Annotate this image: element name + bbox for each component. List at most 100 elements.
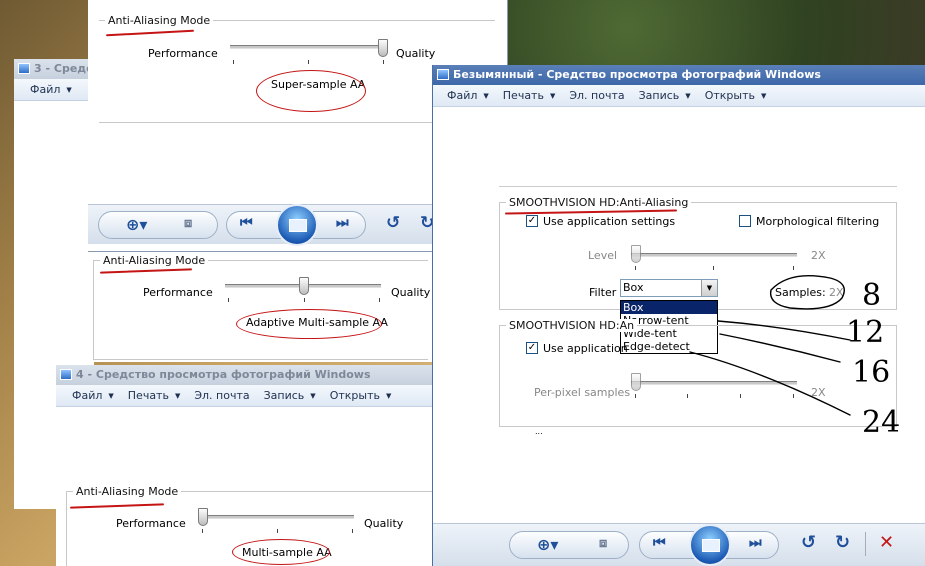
zoom-pill bbox=[98, 211, 218, 239]
next-icon[interactable]: ⏭ bbox=[749, 535, 762, 551]
rotate-left-icon[interactable]: ↺ bbox=[386, 213, 400, 233]
menu-open[interactable]: Открыть ▼ bbox=[330, 389, 392, 402]
use-app-checkbox-2[interactable]: ✓ bbox=[526, 342, 538, 354]
next-icon[interactable]: ⏭ bbox=[336, 215, 349, 231]
slider-tick bbox=[379, 298, 380, 302]
menu-email[interactable]: Эл. почта bbox=[569, 89, 624, 102]
separator bbox=[865, 532, 866, 556]
quality-label: Quality bbox=[391, 286, 431, 299]
window-main-title: Безымянный - Средство просмотра фотограф… bbox=[453, 68, 821, 81]
slider-tick bbox=[793, 266, 794, 270]
window-main[interactable]: Безымянный - Средство просмотра фотограф… bbox=[432, 65, 925, 566]
window-4[interactable]: 4 - Средство просмотра фотографий Window… bbox=[56, 365, 433, 566]
previous-icon[interactable]: ⏮ bbox=[653, 535, 666, 551]
group-label: SMOOTHVISION HD:Anti-Aliasing bbox=[506, 196, 692, 209]
level-value: 2X bbox=[811, 249, 826, 262]
chevron-down-icon: ▼ bbox=[385, 391, 392, 400]
level-label: Level bbox=[588, 249, 618, 262]
menu-file[interactable]: Файл ▼ bbox=[447, 89, 489, 102]
photo-viewer-icon bbox=[18, 63, 30, 74]
aa-slider-track[interactable] bbox=[198, 515, 354, 519]
slider-tick bbox=[304, 298, 305, 302]
pps-slider-thumb[interactable] bbox=[631, 373, 641, 391]
slideshow-button[interactable] bbox=[689, 524, 731, 566]
pps-slider-track[interactable] bbox=[631, 381, 797, 385]
smoothvision-group-2: SMOOTHVISION HD:An bbox=[499, 319, 897, 427]
aa-slider-track[interactable] bbox=[230, 45, 386, 49]
chevron-down-icon: ▼ bbox=[66, 85, 72, 94]
chevron-down-icon: ▼ bbox=[549, 91, 556, 100]
menu-print[interactable]: Печать ▼ bbox=[503, 89, 556, 102]
window-4-titlebar[interactable]: 4 - Средство просмотра фотографий Window… bbox=[56, 365, 433, 385]
menu-file[interactable]: Файл ▼ bbox=[30, 83, 72, 96]
window-3-titlebar[interactable]: 3 - Средс bbox=[14, 59, 94, 79]
menu-email[interactable]: Эл. почта bbox=[194, 389, 249, 402]
group-label: Anti-Aliasing Mode bbox=[73, 485, 182, 498]
slider-tick bbox=[793, 394, 794, 398]
slider-tick bbox=[233, 60, 234, 64]
morphological-filtering-checkbox[interactable] bbox=[739, 215, 751, 227]
quality-label: Quality bbox=[396, 47, 436, 60]
menu-print[interactable]: Печать ▼ bbox=[128, 389, 181, 402]
per-pixel-samples-label: Per-pixel samples bbox=[534, 386, 631, 399]
menu-burn[interactable]: Запись ▼ bbox=[264, 389, 316, 402]
zoom-icon[interactable]: ⊕▾ bbox=[537, 535, 558, 554]
red-annotation-ellipse bbox=[236, 309, 382, 339]
chevron-down-icon: ▼ bbox=[174, 391, 181, 400]
aa-slider-thumb[interactable] bbox=[198, 508, 208, 526]
slider-tick bbox=[635, 266, 636, 270]
photo-viewer-icon bbox=[60, 369, 72, 380]
chevron-down-icon: ▼ bbox=[108, 391, 114, 400]
level-slider-track[interactable] bbox=[631, 253, 797, 257]
slider-tick bbox=[740, 394, 741, 398]
menu-open[interactable]: Открыть ▼ bbox=[705, 89, 767, 102]
delete-icon[interactable]: ✕ bbox=[879, 532, 894, 553]
stray-dots: ... bbox=[535, 427, 543, 436]
rotate-right-icon[interactable]: ↻ bbox=[835, 532, 850, 553]
filter-label: Filter bbox=[589, 286, 617, 299]
pps-value: 2X bbox=[811, 386, 826, 399]
actual-size-icon[interactable]: ⧈ bbox=[599, 536, 607, 551]
window-3-title: 3 - Средс bbox=[34, 62, 93, 75]
slider-tick bbox=[687, 394, 688, 398]
level-slider-thumb[interactable] bbox=[631, 245, 641, 263]
slider-tick bbox=[383, 60, 384, 64]
window-main-titlebar[interactable]: Безымянный - Средство просмотра фотограф… bbox=[433, 65, 925, 85]
aa-slider-thumb[interactable] bbox=[378, 39, 388, 57]
chevron-down-icon[interactable]: ▼ bbox=[701, 280, 717, 296]
top-divider bbox=[499, 186, 897, 187]
menu-burn[interactable]: Запись ▼ bbox=[639, 89, 691, 102]
filter-select[interactable]: Box ▼ bbox=[620, 279, 718, 297]
rotate-left-icon[interactable]: ↺ bbox=[801, 532, 816, 553]
samples-label: Samples: bbox=[775, 286, 826, 299]
slideshow-icon bbox=[702, 539, 720, 552]
quality-label: Quality bbox=[364, 517, 404, 530]
window-middle[interactable]: Anti-Aliasing Mode Performance Quality A… bbox=[88, 252, 433, 362]
use-app-label-2: Use application bbox=[543, 342, 628, 355]
zoom-pill bbox=[509, 531, 629, 559]
use-app-settings-checkbox[interactable]: ✓ bbox=[526, 215, 538, 227]
aa-slider-thumb[interactable] bbox=[299, 277, 309, 295]
group-label: SMOOTHVISION HD:An bbox=[506, 319, 638, 332]
zoom-icon[interactable]: ⊕▾ bbox=[126, 215, 147, 234]
slider-tick bbox=[308, 60, 309, 64]
dropdown-option[interactable]: Box bbox=[621, 301, 717, 314]
desktop-background bbox=[500, 0, 925, 70]
morphological-filtering-label: Morphological filtering bbox=[756, 215, 880, 228]
actual-size-icon[interactable]: ⧈ bbox=[184, 216, 192, 231]
aa-mode-group-mid: Anti-Aliasing Mode bbox=[93, 254, 428, 360]
previous-icon[interactable]: ⏮ bbox=[240, 215, 253, 231]
chevron-down-icon: ▼ bbox=[310, 391, 316, 400]
slideshow-button[interactable] bbox=[276, 204, 318, 246]
chevron-down-icon: ▼ bbox=[760, 91, 767, 100]
performance-label: Performance bbox=[143, 286, 213, 299]
red-annotation-ellipse bbox=[256, 70, 366, 112]
menu-file[interactable]: Файл ▼ bbox=[72, 389, 114, 402]
control-bar-main: ⊕▾ ⧈ ⏮ ⏭ ↺ ↻ ✕ bbox=[433, 523, 925, 566]
slider-tick bbox=[713, 266, 714, 270]
slider-tick bbox=[352, 529, 353, 533]
samples-value: 2X bbox=[829, 286, 844, 299]
window-4-menubar: Файл ▼ Печать ▼ Эл. почта Запись ▼ Открыть ▼ bbox=[56, 385, 433, 407]
photo-viewer-icon bbox=[437, 69, 449, 80]
window-4-title: 4 - Средство просмотра фотографий Window… bbox=[76, 368, 371, 381]
